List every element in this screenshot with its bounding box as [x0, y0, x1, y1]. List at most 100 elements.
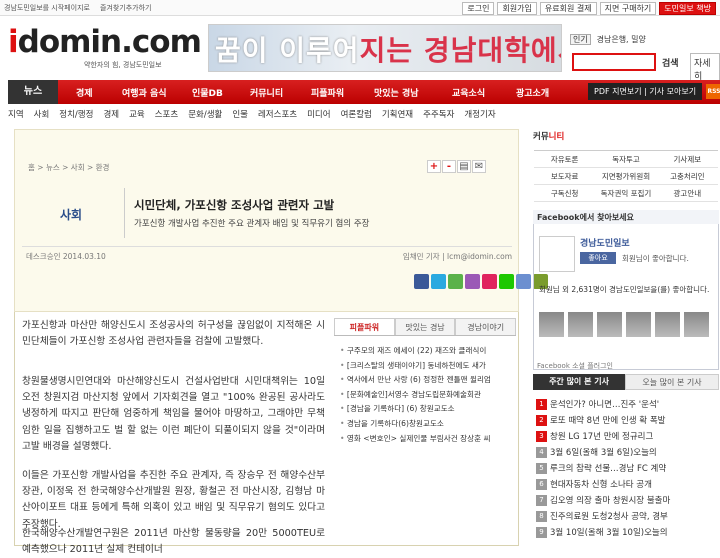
subnav-item[interactable]: 개정기자: [464, 108, 495, 124]
nav-community[interactable]: 커뮤니티: [250, 86, 283, 99]
share-buttons: [414, 274, 548, 289]
list-item[interactable]: 7 김오영 의장 출마 창원시장 불출마: [536, 493, 718, 509]
naver-icon[interactable]: [499, 274, 514, 289]
list-item[interactable]: 8 진주의료원 도청2청사 공약, 경부: [536, 509, 718, 525]
rank-badge: 2: [536, 415, 547, 426]
rank-badge: 9: [536, 527, 547, 538]
cyworld-icon[interactable]: [516, 274, 531, 289]
tab-today-most-read[interactable]: 오늘 많이 본 기사: [625, 374, 719, 390]
avatar[interactable]: [655, 312, 680, 337]
print-icon[interactable]: ▤: [457, 160, 471, 173]
list-item[interactable]: 2 로또 때약 8년 만에 인생 확 폭발: [536, 413, 718, 429]
main-nav: 뉴스 경제 여행과 음식 인물DB 커뮤니티 피플파워 맛있는 경남 교육소식 …: [8, 80, 720, 104]
subnav-item[interactable]: 스포츠: [155, 108, 178, 124]
subnav-item[interactable]: 문화/생활: [188, 108, 222, 124]
most-read-tabs: 주간 많이 본 기사 오늘 많이 본 기사: [533, 374, 719, 390]
community-item[interactable]: 구독신청: [534, 185, 596, 202]
list-item[interactable]: 6 현대자동차 신형 소나타 공개: [536, 477, 718, 493]
avatar[interactable]: [539, 312, 564, 337]
nav-ad-info[interactable]: 광고소개: [516, 86, 549, 99]
community-item[interactable]: 지면평가위원회: [595, 168, 657, 185]
site-logo[interactable]: idomin.com: [8, 24, 202, 60]
avatar[interactable]: [684, 312, 709, 337]
tab-weekly-most-read[interactable]: 주간 많이 본 기사: [533, 374, 625, 390]
font-decrease-button[interactable]: -: [442, 160, 456, 173]
community-item[interactable]: 독자투고: [595, 151, 657, 168]
buy-print-button[interactable]: 지면 구매하기: [599, 2, 657, 15]
subnav-item[interactable]: 주주독자: [423, 108, 454, 124]
list-item[interactable]: 1 운석인가? 아니면…진주 '운석': [536, 397, 718, 413]
subnav-item[interactable]: 기획연재: [382, 108, 413, 124]
list-item[interactable]: [크리스탈의 생태이야기] 동네하천에도 새가: [340, 359, 515, 374]
subnav-item[interactable]: 지역: [8, 108, 24, 124]
ad-banner[interactable]: 꿈이 이루어지는 경남대학에서: [208, 24, 562, 72]
facebook-faces: [539, 312, 709, 337]
subnav-item[interactable]: 미디어: [307, 108, 330, 124]
list-item[interactable]: 영화 <변호인> 실제인물 부림사건 장상훈 씨: [340, 432, 515, 447]
nav-tasty-gyeongnam[interactable]: 맛있는 경남: [374, 86, 419, 99]
tab-gyeongnam-story[interactable]: 경남이야기: [455, 318, 517, 335]
add-bookmark-link[interactable]: 즐겨찾기추가하기: [100, 3, 152, 13]
pdf-view-button[interactable]: PDF 지면보기 | 기사 모아보기: [588, 83, 703, 100]
list-item[interactable]: 경남을 기록하다(6)창원교도소: [340, 417, 515, 432]
set-homepage-link[interactable]: 경남도민일보를 시작페이지로: [4, 3, 90, 13]
search-input[interactable]: [572, 53, 656, 71]
subnav-item[interactable]: 여론칼럼: [341, 108, 372, 124]
community-item[interactable]: 기사제보: [656, 151, 718, 168]
community-item[interactable]: 광고안내: [656, 185, 718, 202]
subnav-item[interactable]: 정치/행정: [59, 108, 93, 124]
list-item[interactable]: 5 루크의 참략 선물…경남 FC 계약: [536, 461, 718, 477]
popular-keywords-text[interactable]: 경남은행, 밀양: [597, 35, 646, 44]
nav-education[interactable]: 교육소식: [452, 86, 485, 99]
signup-button[interactable]: 회원가입: [497, 2, 537, 15]
community-item[interactable]: 자유토론: [534, 151, 596, 168]
list-item[interactable]: 9 3월 10일(올해 3월 10일)오늘의: [536, 525, 718, 541]
page-logo-icon[interactable]: [539, 236, 575, 272]
font-increase-button[interactable]: +: [427, 160, 441, 173]
nav-peoplepower[interactable]: 피플파워: [311, 86, 344, 99]
avatar[interactable]: [626, 312, 651, 337]
community-item[interactable]: 독자권익 포집기: [595, 185, 657, 202]
reporter-byline: 임채민 기자 | lcm@idomin.com: [402, 252, 512, 261]
paid-member-button[interactable]: 유료회원 결제: [539, 2, 597, 15]
email-icon[interactable]: ✉: [472, 160, 486, 173]
popular-list: 구주모의 재즈 에세이 (22) 재즈와 클래식이 [크리스탈의 생태이야기] …: [340, 344, 515, 446]
subnav-item[interactable]: 레저스포츠: [258, 108, 297, 124]
list-item[interactable]: 역사에서 만난 사랑 (6) 정정한 젠틀맨 윌리엄: [340, 373, 515, 388]
top-utility-bar: 경남도민일보를 시작페이지로 즐겨찾기추가하기 로그인 회원가입 유료회원 결제…: [0, 0, 720, 16]
nav-travel-food[interactable]: 여행과 음식: [122, 86, 167, 99]
facebook-icon[interactable]: [414, 274, 429, 289]
community-item[interactable]: 보도자료: [534, 168, 596, 185]
facebook-like-count: 회원님 외 2,631명이 경남도민일보을(를) 좋아합니다.: [539, 285, 710, 294]
nav-people-db[interactable]: 인물DB: [192, 86, 223, 99]
subnav-item[interactable]: 경제: [103, 108, 119, 124]
login-button[interactable]: 로그인: [462, 2, 495, 15]
subnav-item[interactable]: 사회: [34, 108, 50, 124]
list-item[interactable]: 3 창원 LG 17년 만에 정규리그: [536, 429, 718, 445]
twitter-icon[interactable]: [431, 274, 446, 289]
tab-tasty-gyeongnam[interactable]: 맛있는 경남: [394, 318, 456, 335]
google-plus-icon[interactable]: [482, 274, 497, 289]
subnav-item[interactable]: 인물: [232, 108, 248, 124]
list-item[interactable]: [경남을 기록하다] (6) 창원교도소: [340, 402, 515, 417]
community-item[interactable]: 고충처리인: [656, 168, 718, 185]
nav-news[interactable]: 뉴스: [8, 80, 58, 104]
avatar[interactable]: [597, 312, 622, 337]
yozm-icon[interactable]: [465, 274, 480, 289]
facebook-widget-header: Facebook에서 찾아보세요: [533, 210, 719, 224]
me2day-icon[interactable]: [448, 274, 463, 289]
list-item[interactable]: [문화예술인]서영수 경남도립문화예술회관: [340, 388, 515, 403]
avatar[interactable]: [568, 312, 593, 337]
bookstore-button[interactable]: 도민일보 책방: [659, 2, 716, 15]
list-item[interactable]: 구주모의 재즈 에세이 (22) 재즈와 클래식이: [340, 344, 515, 359]
rank-badge: 7: [536, 495, 547, 506]
desk-approval-date: 데스크승인 2014.03.10: [26, 252, 106, 261]
list-item[interactable]: 4 3월 6일(올해 3월 6일)오늘의: [536, 445, 718, 461]
nav-economy[interactable]: 경제: [76, 86, 93, 99]
facebook-page-name[interactable]: 경남도민일보: [580, 236, 630, 249]
rss-icon[interactable]: RSS: [706, 84, 720, 99]
search-button[interactable]: 검색: [658, 53, 683, 72]
tab-peoplepower[interactable]: 피플파워: [334, 318, 395, 335]
subnav-item[interactable]: 교육: [129, 108, 145, 124]
facebook-like-button[interactable]: 좋아요: [580, 252, 616, 264]
